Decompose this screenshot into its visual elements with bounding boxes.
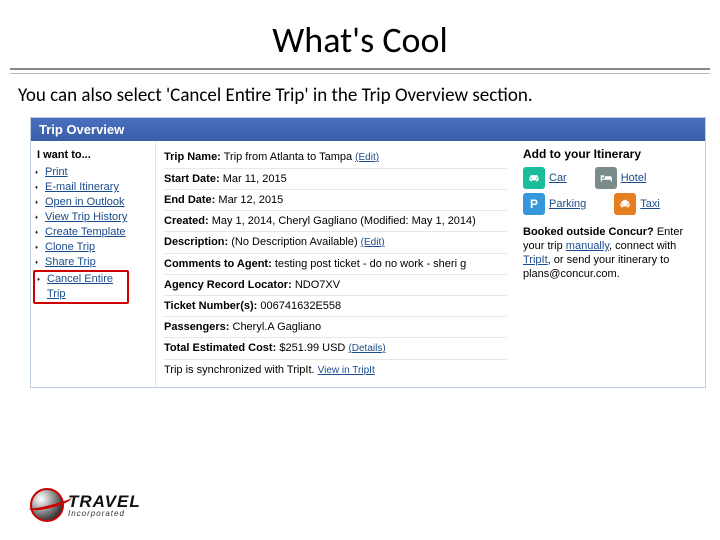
description-value: (No Description Available) xyxy=(231,236,357,248)
create-template-link[interactable]: Create Template xyxy=(45,226,126,238)
booked-outside-title: Booked outside Concur? xyxy=(523,226,654,238)
slide-subtitle: You can also select 'Cancel Entire Trip'… xyxy=(0,74,720,115)
passengers-label: Passengers: xyxy=(164,321,229,333)
list-item: Print xyxy=(37,165,149,180)
list-item: Clone Trip xyxy=(37,240,149,255)
list-item: View Trip History xyxy=(37,210,149,225)
panel-header: Trip Overview xyxy=(31,118,705,141)
ticket-number-value: 006741632E558 xyxy=(260,300,341,312)
parking-icon: P xyxy=(523,193,545,215)
list-item: Create Template xyxy=(37,225,149,240)
record-locator-row: Agency Record Locator: NDO7XV xyxy=(164,275,507,296)
record-locator-label: Agency Record Locator: xyxy=(164,279,292,291)
globe-icon xyxy=(30,488,64,522)
add-hotel-link[interactable]: Hotel xyxy=(621,172,647,184)
edit-description-link[interactable]: (Edit) xyxy=(361,237,385,248)
trip-name-row: Trip Name: Trip from Atlanta to Tampa (E… xyxy=(164,147,507,169)
tripit-sync-text: Trip is synchronized with TripIt. xyxy=(164,364,315,376)
add-taxi-link[interactable]: Taxi xyxy=(640,198,660,210)
travel-inc-logo: TRAVEL Incorporated xyxy=(30,488,141,522)
share-trip-link[interactable]: Share Trip xyxy=(45,256,96,268)
description-row: Description: (No Description Available) … xyxy=(164,232,507,254)
car-icon xyxy=(523,167,545,189)
list-item-highlighted: Cancel Entire Trip xyxy=(33,270,129,304)
comments-row: Comments to Agent: testing post ticket -… xyxy=(164,254,507,275)
start-date-label: Start Date: xyxy=(164,173,220,185)
trip-overview-panel: Trip Overview I want to... Print E-mail … xyxy=(30,117,706,388)
manually-link[interactable]: manually xyxy=(566,240,609,252)
trip-name-label: Trip Name: xyxy=(164,151,221,163)
created-value: May 1, 2014, Cheryl Gagliano (Modified: … xyxy=(212,215,476,227)
taxi-icon xyxy=(614,193,636,215)
list-item: E-mail Itinerary xyxy=(37,180,149,195)
tripit-sync-row: Trip is synchronized with TripIt. View i… xyxy=(164,360,507,381)
ticket-number-label: Ticket Number(s): xyxy=(164,300,257,312)
add-parking-item[interactable]: P Parking xyxy=(523,193,586,215)
total-cost-value: $251.99 USD xyxy=(279,342,345,354)
i-want-to-list: Print E-mail Itinerary Open in Outlook V… xyxy=(37,165,149,304)
created-label: Created: xyxy=(164,215,209,227)
cost-details-link[interactable]: (Details) xyxy=(348,343,385,354)
add-to-itinerary-title: Add to your Itinerary xyxy=(523,147,697,161)
add-hotel-item[interactable]: Hotel xyxy=(595,167,647,189)
add-taxi-item[interactable]: Taxi xyxy=(614,193,660,215)
open-outlook-link[interactable]: Open in Outlook xyxy=(45,196,125,208)
cancel-entire-trip-link[interactable]: Cancel Entire Trip xyxy=(47,273,113,300)
created-row: Created: May 1, 2014, Cheryl Gagliano (M… xyxy=(164,211,507,232)
tripit-link[interactable]: TripIt xyxy=(523,254,548,266)
add-car-item[interactable]: Car xyxy=(523,167,567,189)
i-want-to-title: I want to... xyxy=(37,149,149,161)
list-item: Open in Outlook xyxy=(37,195,149,210)
clone-trip-link[interactable]: Clone Trip xyxy=(45,241,95,253)
print-link[interactable]: Print xyxy=(45,166,68,178)
end-date-label: End Date: xyxy=(164,194,215,206)
trip-details-section: Trip Name: Trip from Atlanta to Tampa (E… xyxy=(156,141,515,387)
trip-name-value: Trip from Atlanta to Tampa xyxy=(224,151,352,163)
ticket-number-row: Ticket Number(s): 006741632E558 xyxy=(164,296,507,317)
add-parking-link[interactable]: Parking xyxy=(549,198,586,210)
slide-title: What's Cool xyxy=(0,0,720,68)
view-in-tripit-link[interactable]: View in TripIt xyxy=(318,365,375,376)
description-label: Description: xyxy=(164,236,228,248)
total-cost-label: Total Estimated Cost: xyxy=(164,342,276,354)
list-item: Share Trip xyxy=(37,255,149,270)
comments-value: testing post ticket - do no work - sheri… xyxy=(275,258,466,270)
passengers-row: Passengers: Cheryl.A Gagliano xyxy=(164,317,507,338)
edit-trip-name-link[interactable]: (Edit) xyxy=(355,152,379,163)
add-to-itinerary-section: Add to your Itinerary Car Hotel P Park xyxy=(515,141,705,387)
hotel-icon xyxy=(595,167,617,189)
record-locator-value: NDO7XV xyxy=(295,279,340,291)
comments-label: Comments to Agent: xyxy=(164,258,272,270)
booked-text-2: , connect with xyxy=(609,240,676,252)
passengers-value: Cheryl.A Gagliano xyxy=(233,321,322,333)
view-history-link[interactable]: View Trip History xyxy=(45,211,127,223)
total-cost-row: Total Estimated Cost: $251.99 USD (Detai… xyxy=(164,338,507,360)
start-date-row: Start Date: Mar 11, 2015 xyxy=(164,169,507,190)
booked-outside-text: Booked outside Concur? Enter your trip m… xyxy=(523,225,697,281)
end-date-value: Mar 12, 2015 xyxy=(218,194,283,206)
email-itinerary-link[interactable]: E-mail Itinerary xyxy=(45,181,119,193)
start-date-value: Mar 11, 2015 xyxy=(223,173,287,185)
end-date-row: End Date: Mar 12, 2015 xyxy=(164,190,507,211)
logo-text-bottom: Incorporated xyxy=(68,509,141,518)
i-want-to-section: I want to... Print E-mail Itinerary Open… xyxy=(31,141,156,387)
add-car-link[interactable]: Car xyxy=(549,172,567,184)
